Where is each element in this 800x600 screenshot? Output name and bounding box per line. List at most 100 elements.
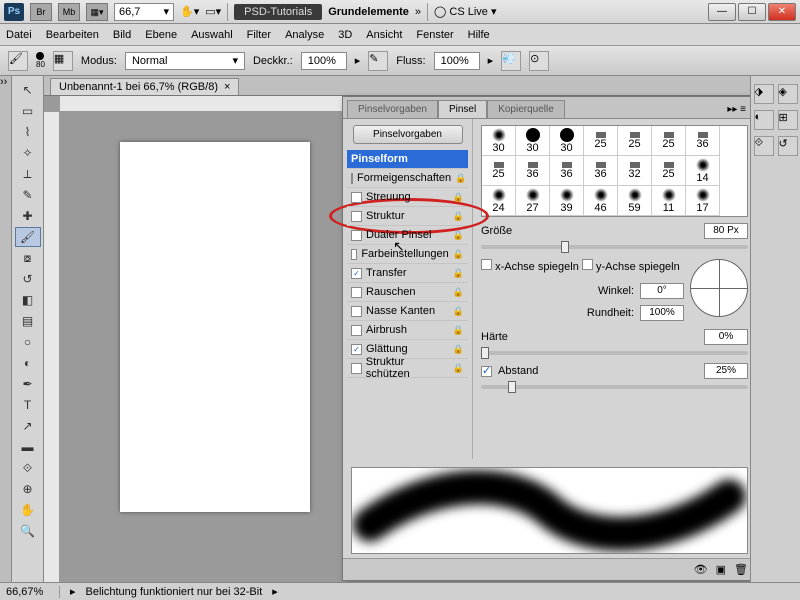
adjust-panel-icon[interactable]: ◐ (754, 110, 774, 130)
marquee-tool[interactable]: ▭ (15, 101, 41, 121)
row-transfer[interactable]: ✓Transfer🔒 (347, 264, 468, 283)
menu-3d[interactable]: 3D (338, 29, 352, 41)
cslive-button[interactable]: ◯ CS Live ▾ (434, 5, 496, 18)
row-farbeinstellungen[interactable]: Farbeinstellungen🔒 (347, 245, 468, 264)
hand-tool[interactable]: ✋ (15, 500, 41, 520)
brush-panel-toggle-icon[interactable]: ▦ (53, 51, 73, 71)
shape-tool[interactable]: ▬ (15, 437, 41, 457)
status-info-icon[interactable]: ▸ (70, 585, 76, 598)
minibridge-button[interactable]: Mb (58, 3, 80, 21)
status-zoom[interactable]: 66,67% (6, 586, 60, 598)
3d-camera-tool[interactable]: ⊕ (15, 479, 41, 499)
hand-icon[interactable]: ✋▾ (180, 5, 199, 18)
gradient-tool[interactable]: ▤ (15, 311, 41, 331)
zoom-field[interactable]: 66,7▾ (114, 3, 174, 21)
modus-select[interactable]: Normal▾ (125, 52, 245, 70)
color-panel-icon[interactable]: ⬗ (754, 84, 774, 104)
delete-icon[interactable]: 🗑 (734, 563, 748, 576)
paths-panel-icon[interactable]: ⟐ (754, 136, 774, 156)
airbrush-icon[interactable]: 💨 (501, 51, 521, 71)
3d-tool[interactable]: ⟐ (15, 458, 41, 478)
row-nasse-kanten[interactable]: Nasse Kanten🔒 (347, 302, 468, 321)
path-tool[interactable]: ↗ (15, 416, 41, 436)
brush-preview[interactable]: 80 (36, 52, 45, 69)
tablet-size-icon[interactable]: ⊙ (529, 51, 549, 71)
stamp-tool[interactable]: ⧇ (15, 248, 41, 268)
history-brush-tool[interactable]: ↺ (15, 269, 41, 289)
tab-pinsel[interactable]: Pinsel (438, 100, 487, 118)
dodge-tool[interactable]: ◐ (15, 353, 41, 373)
move-tool[interactable]: ↖ (15, 80, 41, 100)
canvas[interactable] (120, 142, 310, 512)
flipy-checkbox[interactable]: y-Achse spiegeln (596, 261, 680, 273)
spacing-label[interactable]: Abstand (498, 365, 538, 377)
flow-label: Fluss: (396, 55, 425, 67)
document-tab[interactable]: Unbenannt-1 bei 66,7% (RGB/8)× (50, 78, 239, 95)
crop-tool[interactable]: ⟂ (15, 164, 41, 184)
brush-tip-grid[interactable]: 30 30 30 25 25 25 36 25 36 36 36 (481, 125, 748, 217)
menu-analyse[interactable]: Analyse (285, 29, 324, 41)
workspace-label[interactable]: Grundelemente (328, 6, 409, 18)
row-struktur[interactable]: Struktur🔒 (347, 207, 468, 226)
eraser-tool[interactable]: ◧ (15, 290, 41, 310)
maximize-button[interactable]: ☐ (738, 3, 766, 21)
row-struktur-schuetzen[interactable]: Struktur schützen🔒 (347, 359, 468, 378)
close-tab-icon[interactable]: × (224, 81, 230, 93)
workspace-chip[interactable]: PSD-Tutorials (234, 4, 322, 20)
roundness-field[interactable]: 100% (640, 305, 684, 321)
preset-button[interactable]: Pinselvorgaben (353, 125, 463, 144)
close-button[interactable]: ✕ (768, 3, 796, 21)
opacity-field[interactable]: 100% (301, 52, 347, 70)
view-icon[interactable]: ▭▾ (205, 5, 221, 18)
heal-tool[interactable]: ✚ (15, 206, 41, 226)
angle-widget[interactable] (690, 259, 748, 317)
layout-button[interactable]: ▦▾ (86, 3, 108, 21)
row-airbrush[interactable]: Airbrush🔒 (347, 321, 468, 340)
toggle-preview-icon[interactable]: 👁 (694, 563, 708, 576)
minimize-button[interactable]: — (708, 3, 736, 21)
menu-fenster[interactable]: Fenster (416, 29, 453, 41)
spacing-slider[interactable] (481, 385, 748, 389)
panel-menu-icon[interactable]: ▸▸ ≡ (721, 101, 752, 118)
pen-tool[interactable]: ✒ (15, 374, 41, 394)
eyedropper-tool[interactable]: ✎ (15, 185, 41, 205)
brush-tool[interactable]: 🖌 (15, 227, 41, 247)
tablet-opacity-icon[interactable]: ✎ (368, 51, 388, 71)
angle-field[interactable]: 0° (640, 283, 684, 299)
menu-bild[interactable]: Bild (113, 29, 131, 41)
wand-tool[interactable]: ✧ (15, 143, 41, 163)
menu-ebene[interactable]: Ebene (145, 29, 177, 41)
tab-kopierquelle[interactable]: Kopierquelle (487, 100, 565, 118)
menu-bearbeiten[interactable]: Bearbeiten (46, 29, 99, 41)
menu-hilfe[interactable]: Hilfe (468, 29, 490, 41)
size-slider[interactable] (481, 245, 748, 249)
row-pinselform[interactable]: Pinselform (347, 150, 468, 169)
menu-auswahl[interactable]: Auswahl (191, 29, 233, 41)
menu-filter[interactable]: Filter (247, 29, 271, 41)
menu-ansicht[interactable]: Ansicht (366, 29, 402, 41)
row-streuung[interactable]: Streuung🔒 (347, 188, 468, 207)
hardness-slider[interactable] (481, 351, 748, 355)
tab-pinselvorgaben[interactable]: Pinselvorgaben (347, 100, 438, 118)
layers-panel-icon[interactable]: ◈ (778, 84, 798, 104)
new-preset-icon[interactable]: ▣ (716, 563, 726, 576)
size-field[interactable]: 80 Px (704, 223, 748, 239)
size-label: Größe (481, 225, 512, 237)
menu-datei[interactable]: Datei (6, 29, 32, 41)
bridge-button[interactable]: Br (30, 3, 52, 21)
type-tool[interactable]: T (15, 395, 41, 415)
blur-tool[interactable]: ○ (15, 332, 41, 352)
lasso-tool[interactable]: ⌇ (15, 122, 41, 142)
tool-preset-icon[interactable]: 🖌 (8, 51, 28, 71)
hardness-field[interactable]: 0% (704, 329, 748, 345)
more-icon[interactable]: » (415, 6, 421, 18)
flow-field[interactable]: 100% (434, 52, 480, 70)
row-dualer-pinsel[interactable]: Dualer Pinsel🔒 (347, 226, 468, 245)
row-formeigenschaften[interactable]: Formeigenschaften🔒 (347, 169, 468, 188)
zoom-tool[interactable]: 🔍 (15, 521, 41, 541)
spacing-field[interactable]: 25% (704, 363, 748, 379)
row-rauschen[interactable]: Rauschen🔒 (347, 283, 468, 302)
channels-panel-icon[interactable]: ⊞ (778, 110, 798, 130)
history-panel-icon[interactable]: ↺ (778, 136, 798, 156)
flipx-checkbox[interactable]: x-Achse spiegeln (495, 261, 579, 273)
